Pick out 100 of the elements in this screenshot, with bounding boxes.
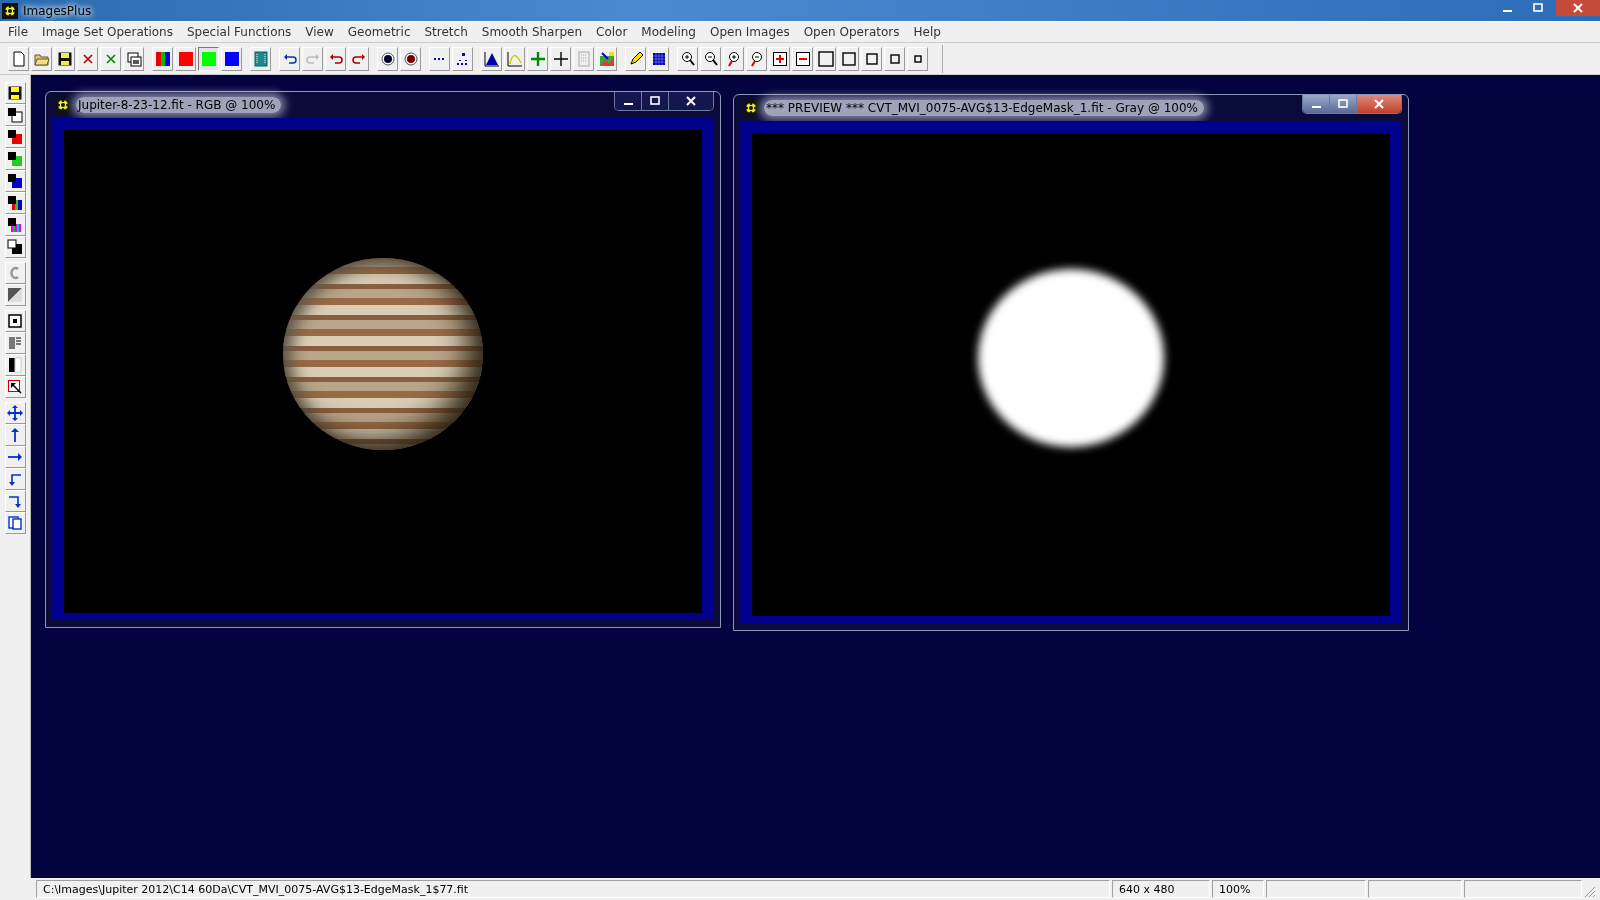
square-icon — [840, 50, 857, 67]
overlap-squares-icon — [7, 239, 23, 255]
zoom-level: 100% — [1212, 880, 1264, 898]
overlap-squares-button[interactable] — [4, 104, 26, 126]
chart-button[interactable] — [596, 46, 617, 71]
menu-item[interactable]: Special Functions — [179, 25, 298, 39]
overlap-squares-button[interactable] — [4, 192, 26, 214]
overlap-squares-button[interactable] — [4, 170, 26, 192]
histogram-icon — [483, 50, 500, 67]
plus-box-icon — [771, 50, 788, 67]
maximize-button[interactable] — [642, 92, 669, 110]
split-square-icon — [7, 357, 23, 373]
new-file-button[interactable] — [8, 46, 29, 71]
arrow-right-button[interactable] — [4, 446, 26, 468]
minus-box-icon — [794, 50, 811, 67]
save-button[interactable] — [54, 46, 75, 71]
redo-button[interactable] — [348, 46, 369, 71]
square-button[interactable] — [907, 46, 928, 71]
pencil-icon — [627, 50, 644, 67]
menu-item[interactable]: Open Operators — [795, 25, 906, 39]
dark-circle-button[interactable] — [400, 46, 421, 71]
move-icon — [7, 405, 23, 421]
dotted-points-button[interactable] — [452, 46, 473, 71]
minimize-icon — [1311, 106, 1321, 108]
box-arrow-button[interactable] — [4, 376, 26, 398]
window-title: Jupiter-8-23-12.fit - RGB @ 100% — [76, 97, 282, 113]
square-button[interactable] — [884, 46, 905, 71]
undo-button[interactable] — [279, 46, 300, 71]
zoom-out-button[interactable] — [700, 46, 721, 71]
turn-arrow-button[interactable] — [4, 468, 26, 490]
move-button[interactable] — [4, 402, 26, 424]
overlap-squares-icon — [7, 151, 23, 167]
save-button[interactable] — [4, 82, 26, 104]
copy-button[interactable] — [4, 512, 26, 534]
dotted-line-button[interactable] — [429, 46, 450, 71]
square-button[interactable] — [815, 46, 836, 71]
turn-arrow-button[interactable] — [4, 490, 26, 512]
lines-button[interactable] — [4, 332, 26, 354]
maximize-icon — [650, 96, 660, 106]
app-icon — [55, 97, 71, 113]
overlap-squares-icon — [7, 107, 23, 123]
dot-square-button[interactable] — [4, 310, 26, 332]
pencil-button[interactable] — [625, 46, 646, 71]
zoom-out-button[interactable] — [746, 46, 767, 71]
square-button[interactable] — [838, 46, 859, 71]
rgb-channels-icon — [154, 50, 171, 67]
menu-item[interactable]: Modeling — [633, 25, 702, 39]
overlap-squares-icon — [7, 129, 23, 145]
menu-item[interactable]: Geometric — [339, 25, 417, 39]
menu-item[interactable]: View — [297, 25, 340, 39]
undo-button[interactable] — [325, 46, 346, 71]
minimize-button[interactable] — [615, 92, 642, 110]
menu-item[interactable]: Help — [905, 25, 947, 39]
overlap-squares-button[interactable] — [4, 126, 26, 148]
resize-grip-icon[interactable] — [1584, 886, 1596, 898]
histogram-button[interactable] — [481, 46, 502, 71]
square-button[interactable] — [861, 46, 882, 71]
chart-icon — [598, 50, 615, 67]
menu-item[interactable]: Color — [588, 25, 634, 39]
folder-button[interactable] — [31, 46, 52, 71]
menu-item[interactable]: File — [0, 25, 35, 39]
maximize-icon — [1338, 99, 1348, 109]
menu-item[interactable]: Smooth Sharpen — [473, 25, 588, 39]
dark-circle-icon — [379, 50, 396, 67]
windows-icon — [125, 50, 142, 67]
close-button[interactable] — [77, 46, 98, 71]
app-icon — [743, 100, 759, 116]
dark-circle-button[interactable] — [377, 46, 398, 71]
curve-icon — [506, 50, 523, 67]
overlap-squares-button[interactable] — [4, 214, 26, 236]
arrow-up-button[interactable] — [4, 424, 26, 446]
close-icon — [1573, 3, 1583, 13]
close-icon — [1374, 99, 1384, 109]
zoom-in-button[interactable] — [723, 46, 744, 71]
overlap-squares-button[interactable] — [4, 236, 26, 258]
crosshair-button[interactable] — [550, 46, 571, 71]
diagonal-button[interactable] — [4, 284, 26, 306]
menu-item[interactable]: Image Set Operations — [34, 25, 179, 39]
menu-item[interactable]: Stretch — [416, 25, 474, 39]
split-square-button[interactable] — [4, 354, 26, 376]
plus-box-button[interactable] — [769, 46, 790, 71]
minus-box-button[interactable] — [792, 46, 813, 71]
dot-square-icon — [7, 313, 23, 329]
overlap-squares-button[interactable] — [4, 148, 26, 170]
copy-icon — [7, 515, 23, 531]
diagonal-icon — [7, 287, 23, 303]
grid-button[interactable] — [648, 46, 669, 71]
zoom-in-button[interactable] — [677, 46, 698, 71]
rgb-channels-button[interactable] — [152, 46, 173, 71]
crosshair-icon — [552, 50, 569, 67]
windows-button[interactable] — [123, 46, 144, 71]
close-button[interactable] — [669, 92, 713, 110]
dark-circle-icon — [402, 50, 419, 67]
plus-button[interactable] — [527, 46, 548, 71]
plus-icon — [529, 50, 546, 67]
curve-button[interactable] — [504, 46, 525, 71]
grid-icon — [575, 50, 592, 67]
channel-swatch-button[interactable] — [198, 46, 219, 71]
film-button[interactable] — [250, 46, 271, 71]
menu-item[interactable]: Open Images — [701, 25, 796, 39]
